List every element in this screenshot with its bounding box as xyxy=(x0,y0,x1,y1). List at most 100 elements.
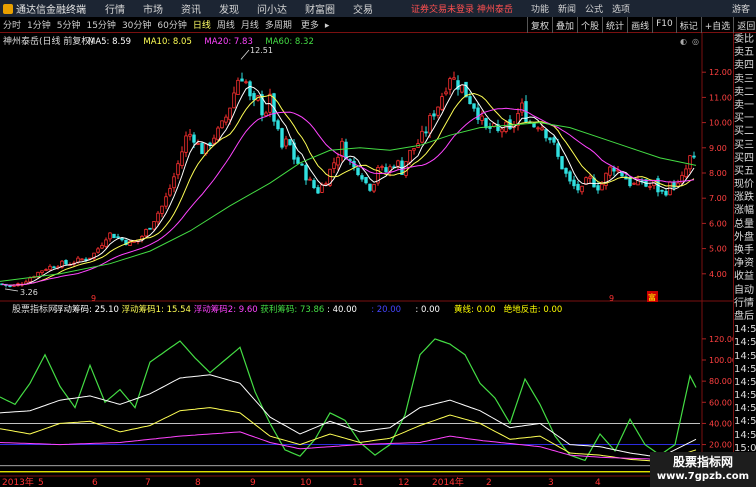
candle-body xyxy=(540,127,544,131)
menu-item-formula[interactable]: 公式 xyxy=(585,2,603,15)
period-tabs: 分时 1分钟 5分钟 15分钟 30分钟 60分钟 日线 周线 月线 多周期 更… xyxy=(0,18,335,31)
stock-button[interactable]: 个股 xyxy=(577,17,602,33)
candle-body xyxy=(440,96,444,110)
side-panel-item: 总量 xyxy=(734,218,754,230)
indicator-chart[interactable]: 20.00 40.00 60.00 80.00 100.00 120.00 浮动筹码: 25… xyxy=(0,304,733,477)
tab-period-multi[interactable]: 多周期 xyxy=(262,18,295,31)
f10-button[interactable]: F10 xyxy=(652,17,676,33)
chart-area[interactable]: 4.00 5.00 6.00 7.00 8.00 9.00 10.00 11.00 12.00 M… xyxy=(0,33,733,487)
candle-body xyxy=(588,176,592,179)
chart-option-icon: ◎ xyxy=(692,37,699,46)
candle-body xyxy=(500,128,504,133)
candle-body xyxy=(104,239,108,247)
login-notice[interactable]: 证券交易未登录 神州泰岳 xyxy=(411,2,513,15)
draw-button[interactable]: 画线 xyxy=(627,17,652,33)
indicator-legend-item-2: 浮动筹码2: 9.60 xyxy=(194,304,258,315)
candle-body xyxy=(152,221,156,230)
tab-period-60min[interactable]: 60分钟 xyxy=(154,18,189,31)
guest-label[interactable]: 游客 xyxy=(732,2,750,15)
candle-body xyxy=(116,236,120,239)
indicator-legend-item-8: 绝地反击: 0.00 xyxy=(504,304,563,315)
indicator-y-tick-label: 20.00 xyxy=(709,441,732,450)
tab-period-1min[interactable]: 1分钟 xyxy=(24,18,54,31)
indicator-legend-item-0: 浮动筹码: 25.10 xyxy=(55,304,119,315)
menu-item-wealth[interactable]: 财富圈 xyxy=(296,1,344,16)
tab-period-daily[interactable]: 日线 xyxy=(190,18,214,31)
candle-body xyxy=(536,127,540,130)
candle-body xyxy=(224,116,228,123)
menu-item-ask[interactable]: 问小达 xyxy=(248,1,296,16)
main-y-tick-label: 7.00 xyxy=(709,194,727,203)
candle-body xyxy=(568,171,572,182)
overlay-button[interactable]: 叠加 xyxy=(552,17,577,33)
menu-item-trade[interactable]: 交易 xyxy=(344,1,382,16)
menu-item-market[interactable]: 市场 xyxy=(134,1,172,16)
candle-body xyxy=(572,179,576,187)
tab-period-timeshare[interactable]: 分时 xyxy=(0,18,24,31)
indicator-y-tick-label: 100.00 xyxy=(709,356,733,365)
side-panel-item: 买一 xyxy=(734,113,754,125)
menu-item-news2[interactable]: 新闻 xyxy=(558,2,576,15)
candle-body xyxy=(436,106,440,116)
candle-body xyxy=(216,127,220,141)
tab-period-monthly[interactable]: 月线 xyxy=(238,18,262,31)
stats-button[interactable]: 统计 xyxy=(602,17,627,33)
side-panel-item: 涨幅 xyxy=(734,205,754,217)
x-label-6: 6 xyxy=(92,478,98,487)
side-panel-item: 涨跌 xyxy=(734,192,754,204)
candle-body xyxy=(560,156,564,170)
candle-body xyxy=(472,103,476,109)
main-legend-title: 神州泰岳(日线 前复权) xyxy=(3,35,94,47)
right-menu: 功能 新闻 公式 选项 xyxy=(531,2,639,15)
chart-svg[interactable]: 4.00 5.00 6.00 7.00 8.00 9.00 10.00 11.00 12.00 M… xyxy=(0,33,733,487)
candle-body xyxy=(304,164,308,181)
menu-item-news[interactable]: 资讯 xyxy=(172,1,210,16)
candle-body xyxy=(316,187,320,194)
candle-body xyxy=(264,112,268,117)
candle-body xyxy=(156,212,160,223)
side-panel-item: 委比 xyxy=(734,34,754,45)
tab-period-30min[interactable]: 30分钟 xyxy=(119,18,154,31)
tab-period-more[interactable]: 更多 ▸ xyxy=(295,18,336,31)
tab-period-15min[interactable]: 15分钟 xyxy=(83,18,118,31)
candle-body xyxy=(680,174,684,184)
back-button[interactable]: 返回 xyxy=(733,17,756,33)
candle-body xyxy=(188,133,192,137)
indicator-series-2 xyxy=(0,407,697,463)
menu-item-function[interactable]: 功能 xyxy=(531,2,549,15)
candle-body xyxy=(284,138,288,147)
candle-body xyxy=(596,185,600,191)
candle-body xyxy=(196,143,200,145)
tab-period-5min[interactable]: 5分钟 xyxy=(54,18,84,31)
candle-body xyxy=(684,168,688,178)
menu-item-discover[interactable]: 发现 xyxy=(210,1,248,16)
main-chart[interactable]: 4.00 5.00 6.00 7.00 8.00 9.00 10.00 11.00 12.00 M… xyxy=(0,33,733,487)
candle-body xyxy=(428,115,432,134)
candle-body xyxy=(564,167,568,174)
side-panel-item: 换手 xyxy=(734,245,754,256)
ma10-line xyxy=(1,92,695,286)
candle-body xyxy=(372,183,376,192)
candle-body xyxy=(600,183,604,191)
candle-body xyxy=(40,270,44,274)
candle-body xyxy=(308,178,312,181)
side-panel-item: 14:56 xyxy=(734,390,756,402)
indicator-y-tick-label: 120.00 xyxy=(709,335,733,344)
candle-body xyxy=(144,229,148,237)
candle-body xyxy=(356,167,360,176)
candle-body xyxy=(280,128,284,148)
menu-item-quotes[interactable]: 行情 xyxy=(96,1,134,16)
add-watchlist-button[interactable]: +自选 xyxy=(700,17,734,33)
annotation-9-a: 9 xyxy=(91,294,96,303)
mark-button[interactable]: 标记 xyxy=(675,17,701,33)
side-panel-item: 收益 xyxy=(734,271,754,283)
candle-body xyxy=(288,139,292,146)
candle-body xyxy=(576,183,580,191)
candle-body xyxy=(336,156,340,166)
tab-period-weekly[interactable]: 周线 xyxy=(214,18,238,31)
x-label-4: 4 xyxy=(595,478,601,487)
side-panel-item: 卖五 xyxy=(734,47,754,59)
candle-body xyxy=(44,269,48,271)
adjust-button[interactable]: 复权 xyxy=(527,17,552,33)
menu-item-options[interactable]: 选项 xyxy=(612,2,630,15)
